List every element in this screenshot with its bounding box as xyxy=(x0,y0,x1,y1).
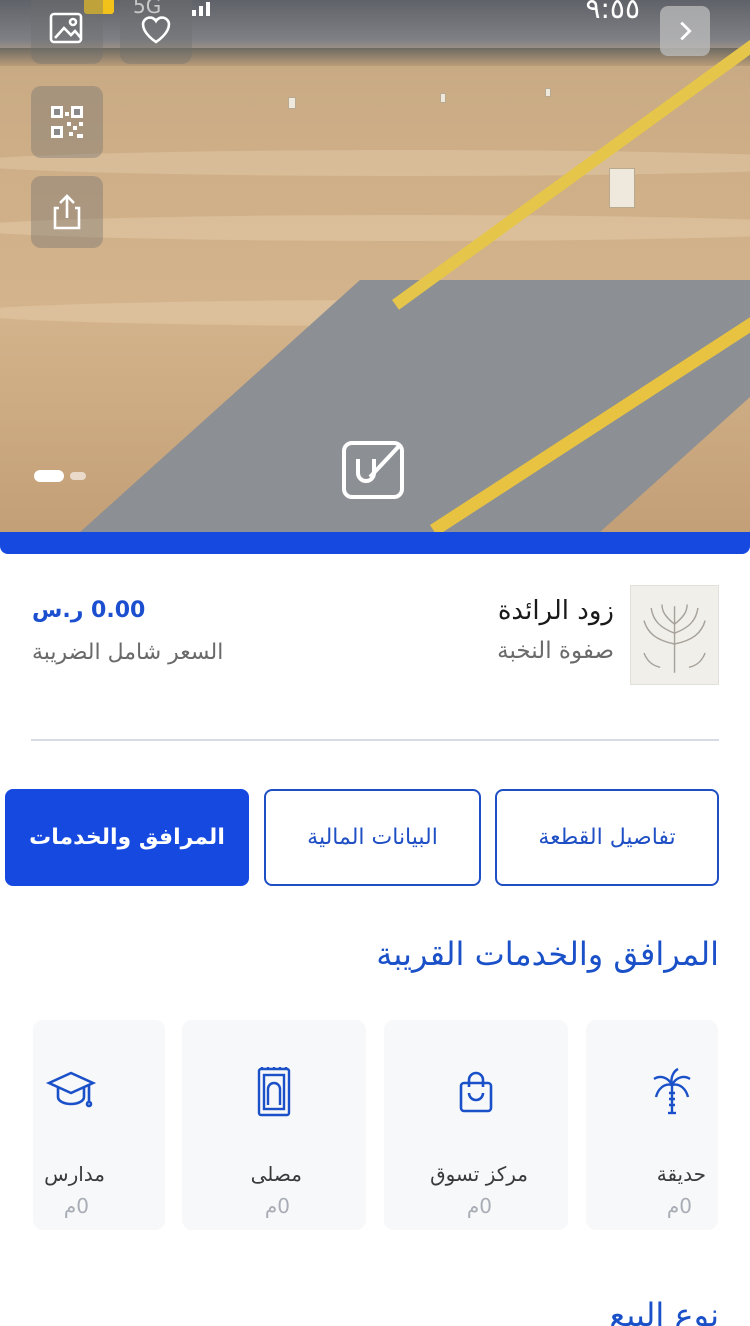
developer-name: صفوة النخبة xyxy=(497,638,614,664)
developer-logo xyxy=(630,585,719,685)
facility-label: حديقة xyxy=(656,1162,706,1186)
photo-tire-track xyxy=(0,215,750,241)
facility-label: مدارس xyxy=(44,1162,105,1186)
graduation-cap-icon xyxy=(45,1071,97,1108)
tab-facilities-services[interactable]: المرافق والخدمات xyxy=(5,789,249,886)
prayer-mat-icon xyxy=(257,1067,291,1117)
facility-distance: 0م xyxy=(666,1194,692,1218)
heart-icon xyxy=(141,16,171,44)
facility-card-park[interactable]: حديقة 0م xyxy=(586,1020,718,1230)
property-photo-carousel[interactable]: 5G ٩:٥٥ xyxy=(0,0,750,534)
carousel-dot-active xyxy=(34,470,64,482)
photo-boundary-marker xyxy=(440,93,446,103)
facility-distance: 0م xyxy=(63,1194,89,1218)
facility-card-prayer-room[interactable]: مصلى 0م xyxy=(182,1020,366,1230)
project-name: زود الرائدة xyxy=(497,596,614,626)
photo-boundary-marker xyxy=(288,97,296,109)
carousel-pagination xyxy=(34,469,86,483)
share-icon xyxy=(53,194,81,230)
photo-boundary-marker xyxy=(609,168,635,208)
share-button[interactable] xyxy=(31,176,103,248)
facility-card-mall[interactable]: مركز تسوق 0م xyxy=(384,1020,568,1230)
signal-icon xyxy=(192,0,222,16)
facility-label: مصلى xyxy=(250,1162,302,1186)
favorite-button[interactable] xyxy=(120,0,192,64)
hero-accent-bar xyxy=(0,532,750,554)
chevron-right-icon xyxy=(680,21,692,41)
virtual-tour-icon[interactable] xyxy=(340,437,410,501)
image-gallery-icon xyxy=(49,12,83,44)
gallery-button[interactable] xyxy=(31,0,103,64)
facility-distance: 0م xyxy=(264,1194,290,1218)
sale-type-section-title: نوع البيع xyxy=(609,1296,719,1326)
tab-plot-details[interactable]: تفاصيل القطعة xyxy=(495,789,719,886)
facility-distance: 0م xyxy=(466,1194,492,1218)
palm-logo-icon xyxy=(642,604,706,673)
carousel-dot xyxy=(70,472,86,480)
qr-code-icon xyxy=(51,106,83,138)
facility-card-schools[interactable]: مدارس 0م xyxy=(33,1020,165,1230)
status-time: ٩:٥٥ xyxy=(585,0,640,25)
shopping-bag-icon xyxy=(459,1071,493,1113)
qr-code-button[interactable] xyxy=(31,86,103,158)
photo-tire-track xyxy=(0,150,750,176)
tab-financial-data[interactable]: البيانات المالية xyxy=(264,789,481,886)
section-divider xyxy=(31,739,719,741)
price-value: 0.00 ر.س xyxy=(32,598,146,623)
photo-horizon xyxy=(0,48,750,66)
price-note: السعر شامل الضريبة xyxy=(32,640,224,665)
facilities-section-title: المرافق والخدمات القريبة xyxy=(376,935,719,973)
palm-tree-icon xyxy=(653,1067,691,1115)
next-image-button[interactable] xyxy=(660,6,710,56)
facility-label: مركز تسوق xyxy=(430,1162,528,1186)
photo-boundary-marker xyxy=(545,88,551,97)
